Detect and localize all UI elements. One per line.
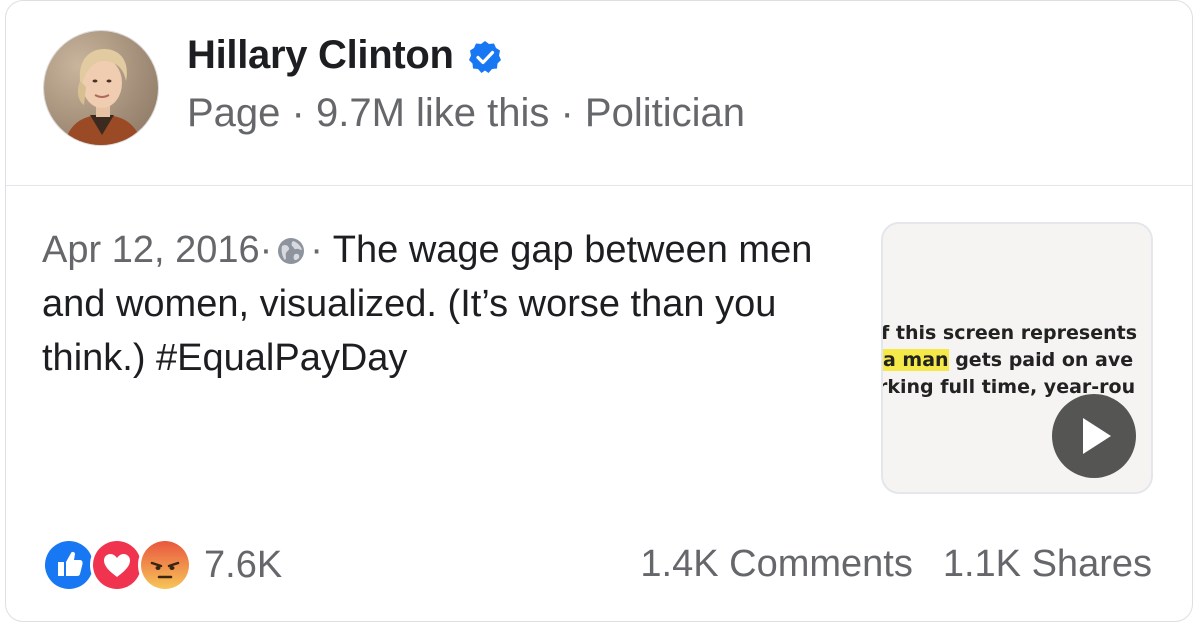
video-text-line: rking full time, year-rou — [883, 376, 1136, 398]
avatar-image — [44, 31, 158, 145]
highlighted-text: a man — [883, 349, 949, 371]
post-body: Apr 12, 2016· · The wage gap between men… — [42, 223, 852, 385]
like-icon — [42, 538, 96, 592]
angry-icon — [138, 538, 192, 592]
page-name-row: Hillary Clinton — [187, 33, 502, 78]
reactions-summary[interactable]: 7.6K — [42, 538, 282, 592]
video-text-line: f this screen represents — [883, 322, 1138, 344]
post-date[interactable]: Apr 12, 2016 — [42, 229, 260, 271]
post-card: Hillary Clinton Page · 9.7M like this · … — [5, 0, 1193, 622]
reaction-count[interactable]: 7.6K — [204, 544, 282, 587]
shares-count[interactable]: 1.1K Shares — [943, 543, 1152, 586]
avatar[interactable] — [43, 30, 159, 146]
video-text-line: a man gets paid on ave — [883, 347, 1151, 374]
page-name[interactable]: Hillary Clinton — [187, 33, 454, 78]
love-icon — [90, 538, 144, 592]
video-thumbnail[interactable]: f this screen represents a man gets paid… — [881, 222, 1153, 494]
video-text-rest: gets paid on ave — [948, 349, 1134, 371]
separator: · — [310, 229, 323, 271]
play-button[interactable] — [1052, 394, 1136, 478]
verified-badge-icon — [468, 40, 501, 73]
post-header: Hillary Clinton Page · 9.7M like this · … — [6, 1, 1192, 186]
separator: · — [259, 229, 273, 271]
video-frame-text: f this screen represents a man gets paid… — [883, 320, 1151, 401]
play-icon — [1083, 418, 1111, 454]
engagement-stats: 1.4K Comments 1.1K Shares — [640, 543, 1152, 586]
globe-icon[interactable] — [276, 236, 306, 266]
comments-count[interactable]: 1.4K Comments — [640, 543, 912, 586]
page-meta: Page · 9.7M like this · Politician — [187, 91, 746, 135]
